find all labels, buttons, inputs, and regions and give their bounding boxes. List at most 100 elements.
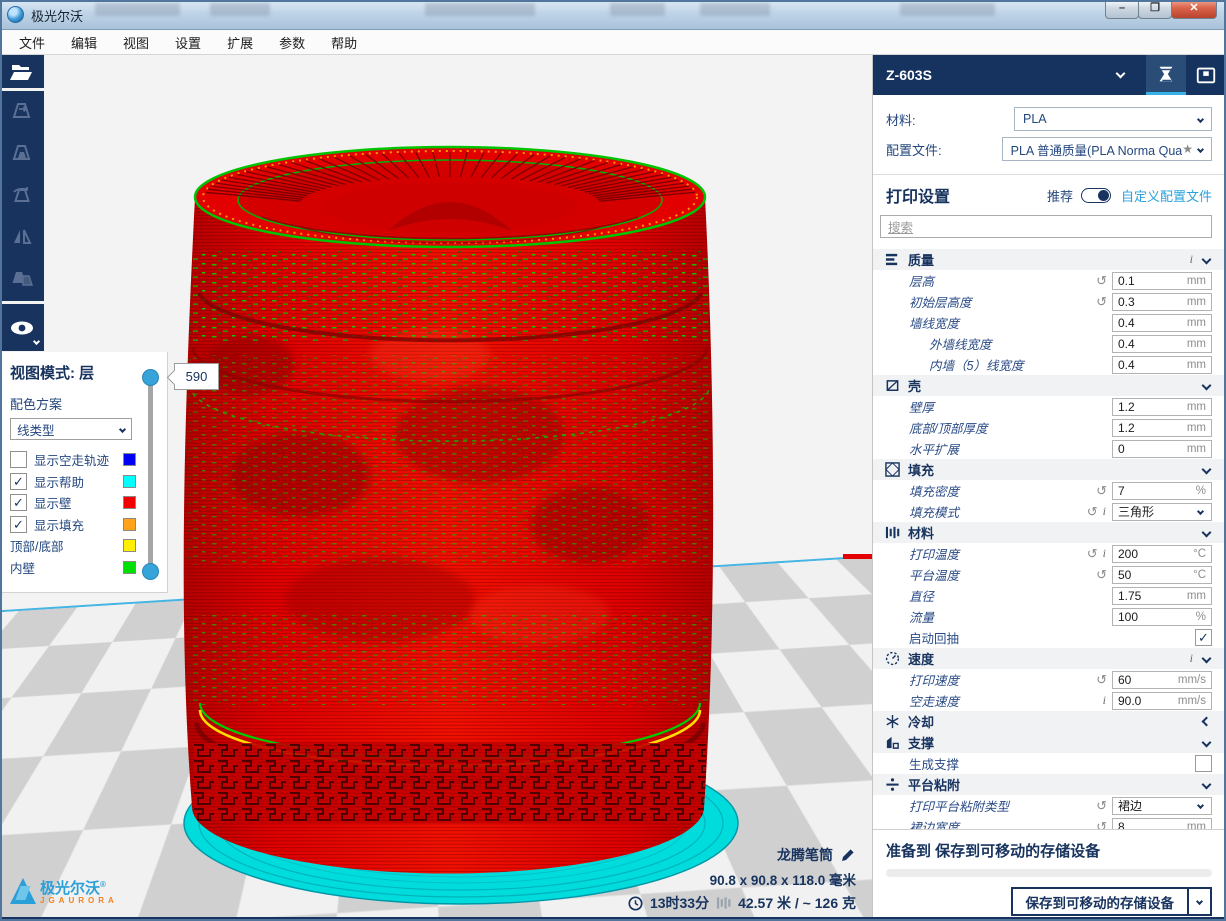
reset-icon[interactable]: ↺	[1096, 483, 1107, 499]
setting-row: 流量100%	[873, 606, 1226, 627]
setting-checkbox[interactable]	[1195, 755, 1212, 772]
setting-input[interactable]: 90.0mm/s	[1112, 692, 1212, 710]
layer-slider-track[interactable]	[148, 375, 153, 571]
setting-input[interactable]: 8mm	[1112, 818, 1212, 830]
setting-input[interactable]: 0.1mm	[1112, 272, 1212, 290]
setting-checkbox[interactable]: ✓	[1195, 629, 1212, 646]
setting-label: 裙边宽度	[873, 817, 1096, 829]
setting-dropdown[interactable]: 三角形	[1112, 503, 1212, 521]
menu-item-6[interactable]: 帮助	[318, 30, 370, 55]
view-option-checkbox[interactable]	[10, 451, 27, 468]
setting-input[interactable]: 0mm	[1112, 440, 1212, 458]
profile-dropdown[interactable]: PLA 普通质量(PLA Norma Qua ★	[1002, 137, 1212, 161]
setting-input[interactable]: 7%	[1112, 482, 1212, 500]
info-icon[interactable]: i	[1103, 546, 1106, 561]
scale-tool-button[interactable]	[0, 133, 44, 175]
chevron-down-icon	[33, 338, 40, 345]
layer-slider-bottom-handle[interactable]	[142, 563, 159, 580]
setting-input[interactable]: 200°C	[1112, 545, 1212, 563]
view-option-checkbox[interactable]: ✓	[10, 516, 27, 533]
setting-input[interactable]: 0.4mm	[1112, 335, 1212, 353]
view-option-checkbox[interactable]: ✓	[10, 494, 27, 511]
setting-input[interactable]: 0.4mm	[1112, 314, 1212, 332]
section-title: 平台粘附	[908, 775, 1203, 794]
minimize-button[interactable]: –	[1105, 0, 1139, 19]
section-title: 壳	[908, 376, 1203, 395]
setting-input[interactable]: 60mm/s	[1112, 671, 1212, 689]
settings-search-box[interactable]: 搜索	[880, 215, 1212, 238]
layer-slider-top-handle[interactable]	[142, 369, 159, 386]
reset-icon[interactable]: ↺	[1096, 798, 1107, 814]
setting-dropdown[interactable]: 裙边	[1112, 797, 1212, 815]
info-icon[interactable]: i	[1103, 504, 1106, 519]
setting-input[interactable]: 100%	[1112, 608, 1212, 626]
reset-icon[interactable]: ↺	[1087, 546, 1098, 562]
info-icon[interactable]: i	[1190, 252, 1193, 267]
menu-item-0[interactable]: 文件	[6, 30, 58, 55]
setting-input[interactable]: 1.2mm	[1112, 419, 1212, 437]
setting-label: 初始层高度	[873, 292, 1096, 311]
viewport-3d[interactable]: 视图模式: 层 配色方案 线类型 显示空走轨迹✓显示帮助✓显示壁✓显示填充顶部/…	[0, 55, 872, 917]
save-to-removable-button[interactable]: 保存到可移动的存储设备	[1011, 887, 1190, 916]
reset-icon[interactable]: ↺	[1096, 819, 1107, 830]
menu-item-2[interactable]: 视图	[110, 30, 162, 55]
reset-icon[interactable]: ↺	[1096, 672, 1107, 688]
material-dropdown[interactable]: PLA	[1014, 107, 1212, 131]
section-header-adhesion[interactable]: 平台粘附	[873, 774, 1226, 795]
info-icon[interactable]: i	[1103, 693, 1106, 708]
shell-icon	[885, 378, 901, 394]
per-model-settings-button[interactable]	[0, 259, 44, 301]
setting-row: 打印平台粘附类型↺ 裙边	[873, 795, 1226, 816]
recommended-custom-toggle[interactable]	[1081, 188, 1111, 203]
setting-unit: mm	[1187, 275, 1211, 287]
reset-icon[interactable]: ↺	[1087, 504, 1098, 520]
setting-input[interactable]: 0.3mm	[1112, 293, 1212, 311]
menu-item-5[interactable]: 参数	[266, 30, 318, 55]
custom-profile-link[interactable]: 自定义配置文件	[1121, 186, 1212, 205]
edit-pencil-icon[interactable]	[840, 847, 856, 863]
setting-row: 平台温度↺ 50°C	[873, 564, 1226, 585]
section-header-material[interactable]: 材料	[873, 522, 1226, 543]
section-header-cooling[interactable]: 冷却	[873, 711, 1226, 732]
setting-input[interactable]: 1.2mm	[1112, 398, 1212, 416]
info-icon[interactable]: i	[1190, 651, 1193, 666]
reset-icon[interactable]: ↺	[1096, 567, 1107, 583]
section-header-speed[interactable]: 速度i	[873, 648, 1226, 669]
section-title: 支撑	[908, 733, 1203, 752]
maximize-button[interactable]: ❐	[1138, 0, 1172, 19]
setting-label: 打印平台粘附类型	[873, 796, 1096, 815]
reset-icon[interactable]: ↺	[1096, 273, 1107, 289]
color-scheme-dropdown[interactable]: 线类型	[10, 418, 132, 440]
setting-value: 7	[1113, 484, 1196, 498]
setting-input[interactable]: 1.75mm	[1112, 587, 1212, 605]
mirror-tool-button[interactable]	[0, 217, 44, 259]
reset-icon[interactable]: ↺	[1096, 294, 1107, 310]
section-header-support[interactable]: 支撑	[873, 732, 1226, 753]
machine-config: 材料: PLA 配置文件: PLA 普通质量(PLA Norma Qua ★	[873, 95, 1226, 170]
chevron-down-icon	[1202, 780, 1212, 790]
section-header-quality[interactable]: 质量i	[873, 249, 1226, 270]
setting-value: 0.4	[1113, 337, 1187, 351]
setting-value: 0	[1113, 442, 1187, 456]
menu-item-4[interactable]: 扩展	[214, 30, 266, 55]
close-button[interactable]: ✕	[1171, 0, 1217, 19]
save-options-chevron-button[interactable]	[1188, 887, 1212, 916]
view-option-label: 内壁	[10, 558, 123, 577]
setting-label: 内墙（5）线宽度	[873, 355, 1112, 374]
open-file-button[interactable]	[0, 55, 44, 88]
setting-label: 填充密度	[873, 481, 1096, 500]
section-header-infill[interactable]: 填充	[873, 459, 1226, 480]
view-mode-button[interactable]	[0, 304, 44, 351]
menu-item-3[interactable]: 设置	[162, 30, 214, 55]
setting-input[interactable]: 50°C	[1112, 566, 1212, 584]
rotate-tool-button[interactable]	[0, 175, 44, 217]
tab-print-setup[interactable]	[1146, 55, 1186, 95]
setting-input[interactable]: 0.4mm	[1112, 356, 1212, 374]
section-header-shell[interactable]: 壳	[873, 375, 1226, 396]
menu-item-1[interactable]: 编辑	[58, 30, 110, 55]
tab-printer-monitor[interactable]	[1186, 55, 1226, 95]
printer-dropdown-chevron-icon[interactable]	[1116, 69, 1126, 79]
setting-label: 平台温度	[873, 565, 1096, 584]
move-tool-button[interactable]	[0, 91, 44, 133]
view-option-checkbox[interactable]: ✓	[10, 473, 27, 490]
